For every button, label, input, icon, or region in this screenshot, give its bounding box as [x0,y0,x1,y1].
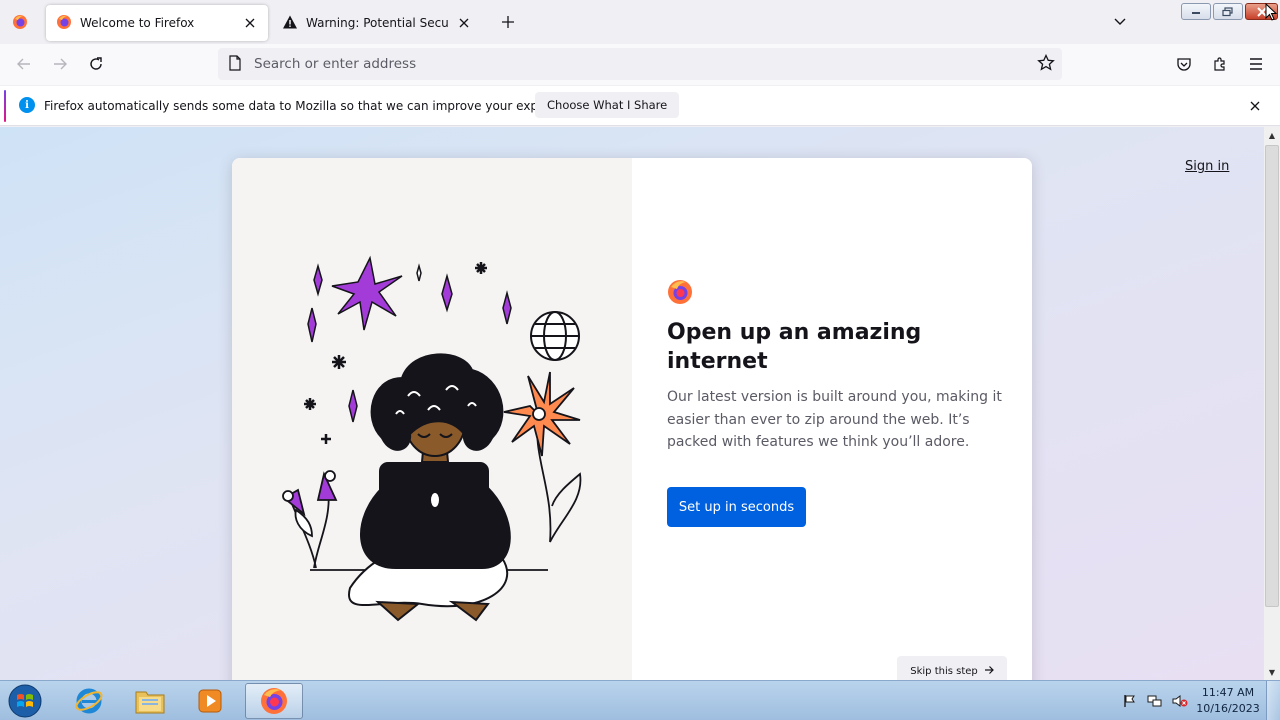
action-center-flag-icon[interactable] [1122,693,1138,709]
page-icon [228,54,242,74]
tab-welcome[interactable]: Welcome to Firefox [46,5,268,41]
page-description: Our latest version is built around you, … [667,389,1002,450]
system-clock[interactable]: 11:47 AM 10/16/2023 [1196,685,1260,717]
pocket-icon[interactable] [1170,50,1198,78]
person-with-laptop-illustration [282,255,582,622]
skip-label: Skip this step [910,665,978,677]
page-title: Open up an amazing internet [667,320,922,374]
forward-button[interactable] [46,50,74,78]
firefox-logo-icon [667,279,693,308]
clock-date: 10/16/2023 [1196,702,1260,715]
illustration-pane [232,158,632,680]
text-pane: Open up an amazing internet Our latest v… [632,158,1032,680]
show-desktop-button[interactable] [1266,681,1280,720]
data-notification-bar: i Firefox automatically sends some data … [0,86,1280,126]
mouse-cursor-icon [1265,2,1278,24]
skip-step-button[interactable]: Skip this step [897,656,1007,680]
tab-title: Warning: Potential Security Risk Ahead [306,16,448,30]
set-up-button[interactable]: Set up in seconds [667,487,806,527]
reload-button[interactable] [82,50,110,78]
windows-taskbar: 11:47 AM 10/16/2023 [0,680,1280,720]
list-all-tabs-button[interactable] [1106,8,1134,36]
scrollbar-thumb[interactable] [1265,145,1279,607]
scroll-up-arrow-icon[interactable]: ▲ [1264,127,1280,143]
firefox-taskbar-icon[interactable] [245,683,303,719]
close-tab-icon[interactable] [456,15,472,31]
page-content: Sign in Open up an amazing internet Our … [0,127,1264,680]
address-bar[interactable]: Search or enter address [218,48,1062,80]
sign-in-link[interactable]: Sign in [1185,159,1229,174]
firefox-view-icon[interactable] [0,0,40,44]
tab-security-warning[interactable]: Warning: Potential Security Risk Ahead [272,5,482,41]
bookmark-star-icon[interactable] [1037,53,1055,75]
clock-time: 11:47 AM [1201,686,1255,699]
choose-what-i-share-button[interactable]: Choose What I Share [535,92,680,118]
close-tab-icon[interactable] [242,15,258,31]
notification-accent [4,90,6,122]
restore-button[interactable] [1213,3,1243,20]
notification-message: Firefox automatically sends some data to… [44,99,587,113]
start-button[interactable] [5,682,45,720]
network-icon[interactable] [1147,693,1163,709]
minimize-button[interactable] [1181,3,1211,20]
warning-icon [282,14,298,33]
tab-title: Welcome to Firefox [80,16,195,30]
media-player-taskbar-icon[interactable] [181,683,239,719]
address-input[interactable]: Search or enter address [254,56,416,72]
arrow-right-icon [984,665,994,678]
new-tab-button[interactable] [492,6,524,38]
back-button[interactable] [10,50,38,78]
hamburger-menu-icon[interactable] [1242,50,1270,78]
close-notification-icon[interactable] [1246,97,1264,115]
internet-explorer-taskbar-icon[interactable] [60,683,118,719]
navigation-toolbar: Search or enter address [0,44,1280,85]
volume-muted-icon[interactable] [1172,693,1188,709]
scroll-down-arrow-icon[interactable]: ▼ [1264,664,1280,680]
onboarding-card: Open up an amazing internet Our latest v… [232,158,1032,680]
firefox-icon [56,14,72,33]
file-explorer-taskbar-icon[interactable] [121,683,179,719]
tab-strip: Welcome to Firefox Warning: Potential Se… [0,0,1280,44]
info-icon: i [19,97,35,113]
extensions-icon[interactable] [1206,50,1234,78]
vertical-scrollbar[interactable]: ▲ ▼ [1264,127,1280,680]
